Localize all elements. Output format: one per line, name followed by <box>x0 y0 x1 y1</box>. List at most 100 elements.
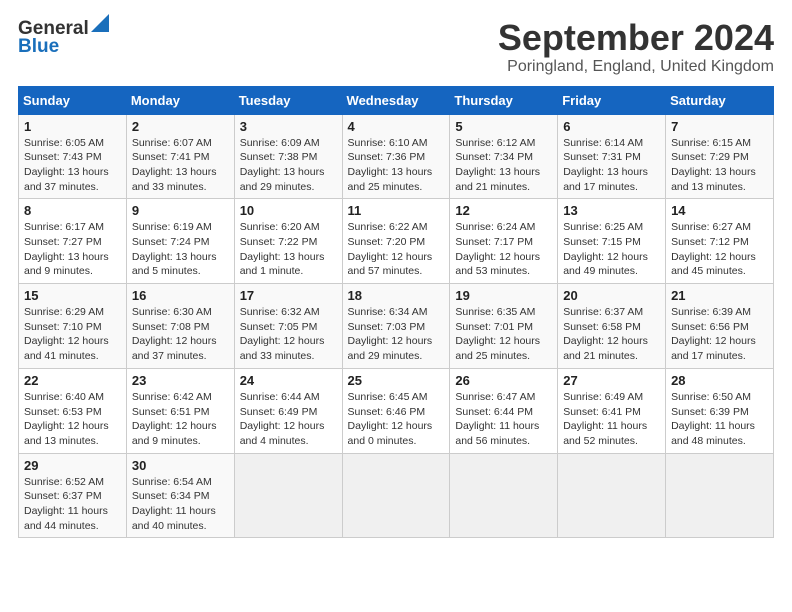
table-row: 28Sunrise: 6:50 AM Sunset: 6:39 PM Dayli… <box>666 368 774 453</box>
day-info: Sunrise: 6:42 AM Sunset: 6:51 PM Dayligh… <box>132 390 229 449</box>
table-row: 16 Sunrise: 6:30 AM Sunset: 7:08 PM Dayli… <box>126 284 234 369</box>
table-row: 24 Sunrise: 6:44 AM Sunset: 6:49 PM Dayli… <box>234 368 342 453</box>
table-row: 23Sunrise: 6:42 AM Sunset: 6:51 PM Dayli… <box>126 368 234 453</box>
table-row <box>342 453 450 538</box>
logo: General Blue <box>18 18 109 58</box>
table-row: 29 Sunrise: 6:52 AM Sunset: 6:37 PM Dayli… <box>19 453 127 538</box>
day-number: 14 <box>671 203 768 218</box>
day-info: Sunrise: 6:24 AM Sunset: 7:17 PM Dayligh… <box>455 220 552 279</box>
calendar-week-row-3: 15 Sunrise: 6:29 AM Sunset: 7:10 PM Dayli… <box>19 284 774 369</box>
table-row: 17 Sunrise: 6:32 AM Sunset: 7:05 PM Dayli… <box>234 284 342 369</box>
day-number: 27 <box>563 373 660 388</box>
day-info: Sunrise: 6:32 AM Sunset: 7:05 PM Dayligh… <box>240 305 337 364</box>
day-number: 2 <box>132 119 229 134</box>
day-info: Sunrise: 6:07 AM Sunset: 7:41 PM Dayligh… <box>132 136 229 195</box>
table-row: 10 Sunrise: 6:20 AM Sunset: 7:22 PM Dayli… <box>234 199 342 284</box>
table-row: 11Sunrise: 6:22 AM Sunset: 7:20 PM Dayli… <box>342 199 450 284</box>
day-number: 24 <box>240 373 337 388</box>
calendar-week-row-5: 29 Sunrise: 6:52 AM Sunset: 6:37 PM Dayli… <box>19 453 774 538</box>
table-row: 15 Sunrise: 6:29 AM Sunset: 7:10 PM Dayli… <box>19 284 127 369</box>
day-number: 7 <box>671 119 768 134</box>
table-row: 9 Sunrise: 6:19 AM Sunset: 7:24 PM Daylig… <box>126 199 234 284</box>
day-info: Sunrise: 6:54 AM Sunset: 6:34 PM Dayligh… <box>132 475 229 534</box>
day-number: 12 <box>455 203 552 218</box>
day-number: 16 <box>132 288 229 303</box>
day-info: Sunrise: 6:19 AM Sunset: 7:24 PM Dayligh… <box>132 220 229 279</box>
calendar-week-row-4: 22 Sunrise: 6:40 AM Sunset: 6:53 PM Dayli… <box>19 368 774 453</box>
day-info: Sunrise: 6:34 AM Sunset: 7:03 PM Dayligh… <box>348 305 445 364</box>
table-row: 8Sunrise: 6:17 AM Sunset: 7:27 PM Daylig… <box>19 199 127 284</box>
logo-arrow-icon <box>91 14 109 32</box>
day-number: 26 <box>455 373 552 388</box>
day-info: Sunrise: 6:22 AM Sunset: 7:20 PM Dayligh… <box>348 220 445 279</box>
table-row: 1 Sunrise: 6:05 AM Sunset: 7:43 PM Daylig… <box>19 114 127 199</box>
table-row <box>234 453 342 538</box>
day-info: Sunrise: 6:52 AM Sunset: 6:37 PM Dayligh… <box>24 475 121 534</box>
day-info: Sunrise: 6:37 AM Sunset: 6:58 PM Dayligh… <box>563 305 660 364</box>
day-info: Sunrise: 6:45 AM Sunset: 6:46 PM Dayligh… <box>348 390 445 449</box>
col-monday: Monday <box>126 86 234 114</box>
day-number: 20 <box>563 288 660 303</box>
day-info: Sunrise: 6:39 AM Sunset: 6:56 PM Dayligh… <box>671 305 768 364</box>
table-row: 3 Sunrise: 6:09 AM Sunset: 7:38 PM Daylig… <box>234 114 342 199</box>
day-number: 21 <box>671 288 768 303</box>
day-info: Sunrise: 6:14 AM Sunset: 7:31 PM Dayligh… <box>563 136 660 195</box>
calendar-page: General Blue September 2024 Poringland, … <box>0 0 792 548</box>
table-row: 6 Sunrise: 6:14 AM Sunset: 7:31 PM Daylig… <box>558 114 666 199</box>
table-row: 4Sunrise: 6:10 AM Sunset: 7:36 PM Daylig… <box>342 114 450 199</box>
title-area: September 2024 Poringland, England, Unit… <box>498 18 774 76</box>
col-tuesday: Tuesday <box>234 86 342 114</box>
col-saturday: Saturday <box>666 86 774 114</box>
day-number: 9 <box>132 203 229 218</box>
calendar-week-row-2: 8Sunrise: 6:17 AM Sunset: 7:27 PM Daylig… <box>19 199 774 284</box>
table-row: 21 Sunrise: 6:39 AM Sunset: 6:56 PM Dayli… <box>666 284 774 369</box>
day-number: 29 <box>24 458 121 473</box>
col-sunday: Sunday <box>19 86 127 114</box>
table-row: 12 Sunrise: 6:24 AM Sunset: 7:17 PM Dayli… <box>450 199 558 284</box>
day-info: Sunrise: 6:29 AM Sunset: 7:10 PM Dayligh… <box>24 305 121 364</box>
table-row <box>558 453 666 538</box>
day-info: Sunrise: 6:44 AM Sunset: 6:49 PM Dayligh… <box>240 390 337 449</box>
day-number: 10 <box>240 203 337 218</box>
day-info: Sunrise: 6:20 AM Sunset: 7:22 PM Dayligh… <box>240 220 337 279</box>
header: General Blue September 2024 Poringland, … <box>18 18 774 76</box>
day-number: 28 <box>671 373 768 388</box>
table-row: 20 Sunrise: 6:37 AM Sunset: 6:58 PM Dayli… <box>558 284 666 369</box>
col-thursday: Thursday <box>450 86 558 114</box>
day-number: 17 <box>240 288 337 303</box>
day-number: 6 <box>563 119 660 134</box>
logo-blue: Blue <box>18 36 59 58</box>
day-info: Sunrise: 6:15 AM Sunset: 7:29 PM Dayligh… <box>671 136 768 195</box>
day-info: Sunrise: 6:05 AM Sunset: 7:43 PM Dayligh… <box>24 136 121 195</box>
month-title: September 2024 <box>498 18 774 58</box>
col-friday: Friday <box>558 86 666 114</box>
calendar-table: Sunday Monday Tuesday Wednesday Thursday… <box>18 86 774 539</box>
day-number: 15 <box>24 288 121 303</box>
day-number: 8 <box>24 203 121 218</box>
day-info: Sunrise: 6:30 AM Sunset: 7:08 PM Dayligh… <box>132 305 229 364</box>
day-info: Sunrise: 6:47 AM Sunset: 6:44 PM Dayligh… <box>455 390 552 449</box>
day-info: Sunrise: 6:25 AM Sunset: 7:15 PM Dayligh… <box>563 220 660 279</box>
day-number: 3 <box>240 119 337 134</box>
day-number: 4 <box>348 119 445 134</box>
table-row: 2 Sunrise: 6:07 AM Sunset: 7:41 PM Daylig… <box>126 114 234 199</box>
day-info: Sunrise: 6:35 AM Sunset: 7:01 PM Dayligh… <box>455 305 552 364</box>
table-row: 19Sunrise: 6:35 AM Sunset: 7:01 PM Dayli… <box>450 284 558 369</box>
table-row: 7 Sunrise: 6:15 AM Sunset: 7:29 PM Daylig… <box>666 114 774 199</box>
table-row: 30 Sunrise: 6:54 AM Sunset: 6:34 PM Dayli… <box>126 453 234 538</box>
day-number: 22 <box>24 373 121 388</box>
table-row: 13Sunrise: 6:25 AM Sunset: 7:15 PM Dayli… <box>558 199 666 284</box>
table-row: 22 Sunrise: 6:40 AM Sunset: 6:53 PM Dayli… <box>19 368 127 453</box>
day-number: 18 <box>348 288 445 303</box>
table-row: 5Sunrise: 6:12 AM Sunset: 7:34 PM Daylig… <box>450 114 558 199</box>
day-info: Sunrise: 6:09 AM Sunset: 7:38 PM Dayligh… <box>240 136 337 195</box>
col-wednesday: Wednesday <box>342 86 450 114</box>
table-row: 14 Sunrise: 6:27 AM Sunset: 7:12 PM Dayli… <box>666 199 774 284</box>
day-number: 1 <box>24 119 121 134</box>
day-number: 30 <box>132 458 229 473</box>
day-info: Sunrise: 6:27 AM Sunset: 7:12 PM Dayligh… <box>671 220 768 279</box>
day-number: 25 <box>348 373 445 388</box>
day-info: Sunrise: 6:49 AM Sunset: 6:41 PM Dayligh… <box>563 390 660 449</box>
table-row: 27 Sunrise: 6:49 AM Sunset: 6:41 PM Dayli… <box>558 368 666 453</box>
day-info: Sunrise: 6:40 AM Sunset: 6:53 PM Dayligh… <box>24 390 121 449</box>
